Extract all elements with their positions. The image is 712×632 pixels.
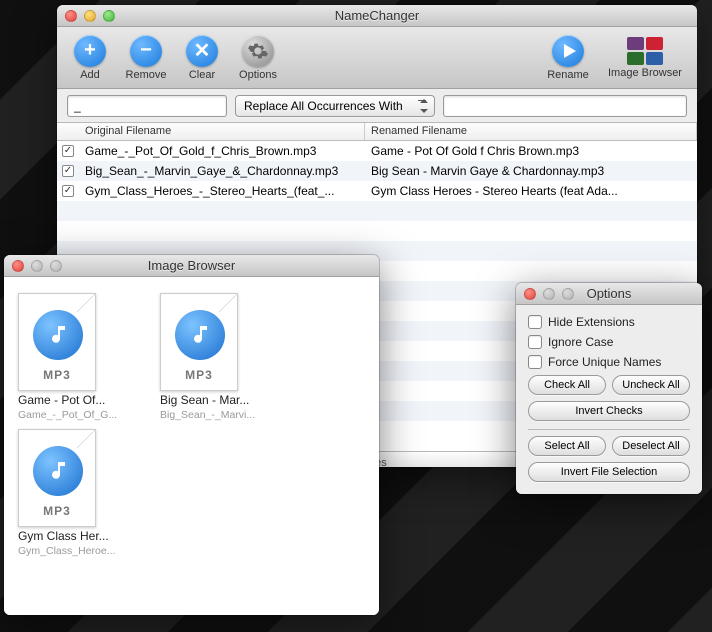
table-row[interactable]: Game_-_Pot_Of_Gold_f_Chris_Brown.mp3 Gam… [57,141,697,161]
music-note-icon [33,310,83,360]
play-icon [552,35,584,67]
hide-ext-checkbox[interactable]: Hide Extensions [528,315,690,329]
checkbox-icon [528,355,542,369]
column-headers: Original Filename Renamed Filename [57,123,697,141]
minimize-icon[interactable] [543,288,555,300]
control-bar: Replace All Occurrences With [57,89,697,123]
minus-icon: − [130,35,162,67]
replace-input[interactable] [443,95,687,117]
force-unique-checkbox[interactable]: Force Unique Names [528,355,690,369]
file-name: Gym Class Her... [12,529,142,543]
zoom-icon[interactable] [562,288,574,300]
select-all-button[interactable]: Select All [528,436,606,456]
hide-ext-label: Hide Extensions [548,315,635,329]
table-row[interactable]: Gym_Class_Heroes_-_Stereo_Hearts_(feat_.… [57,181,697,201]
invert-file-selection-button[interactable]: Invert File Selection [528,462,690,482]
row-checkbox[interactable] [62,165,74,177]
find-input[interactable] [67,95,227,117]
zoom-icon[interactable] [103,10,115,22]
force-unique-label: Force Unique Names [548,355,661,369]
renamed-filename: Game - Pot Of Gold f Chris Brown.mp3 [365,144,697,158]
checkbox-icon [528,335,542,349]
image-browser-window: Image Browser MP3 Game - Pot Of... Game_… [4,255,379,615]
remove-button[interactable]: − Remove [123,35,169,81]
table-row[interactable] [57,201,697,221]
close-icon[interactable] [12,260,24,272]
ignore-case-label: Ignore Case [548,335,613,349]
mp3-file-icon: MP3 [18,429,96,527]
original-filename: Big_Sean_-_Marvin_Gaye_&_Chardonnay.mp3 [79,164,365,178]
image-grid-icon [627,37,663,65]
window-title: NameChanger [57,8,697,23]
thumbnail-grid[interactable]: MP3 Game - Pot Of... Game_-_Pot_Of_G... … [4,277,379,615]
file-original-name: Game_-_Pot_Of_G... [12,409,142,421]
col-renamed[interactable]: Renamed Filename [365,123,697,140]
mode-select-label: Replace All Occurrences With [244,99,403,113]
file-thumbnail[interactable]: MP3 Gym Class Her... Gym_Class_Heroe... [12,429,142,557]
plus-icon: + [74,35,106,67]
check-all-button[interactable]: Check All [528,375,606,395]
remove-label: Remove [126,69,167,81]
minimize-icon[interactable] [31,260,43,272]
file-original-name: Big_Sean_-_Marvi... [154,409,284,421]
add-label: Add [80,69,100,81]
renamed-filename: Big Sean - Marvin Gaye & Chardonnay.mp3 [365,164,697,178]
mp3-file-icon: MP3 [160,293,238,391]
options-button[interactable]: Options [235,35,281,81]
main-titlebar[interactable]: NameChanger [57,5,697,27]
toolbar: + Add − Remove ✕ Clear Options Rename [57,27,697,89]
gear-icon [242,35,274,67]
add-button[interactable]: + Add [67,35,113,81]
original-filename: Gym_Class_Heroes_-_Stereo_Hearts_(feat_.… [79,184,365,198]
row-checkbox[interactable] [62,145,74,157]
options-label: Options [239,69,277,81]
table-row[interactable]: Big_Sean_-_Marvin_Gaye_&_Chardonnay.mp3 … [57,161,697,181]
minimize-icon[interactable] [84,10,96,22]
renamed-filename: Gym Class Heroes - Stereo Hearts (feat A… [365,184,697,198]
file-ext-label: MP3 [19,368,95,382]
file-original-name: Gym_Class_Heroe... [12,545,142,557]
checkbox-icon [528,315,542,329]
uncheck-all-button[interactable]: Uncheck All [612,375,690,395]
ignore-case-checkbox[interactable]: Ignore Case [528,335,690,349]
image-browser-button[interactable]: Image Browser [603,37,687,79]
file-thumbnail[interactable]: MP3 Big Sean - Mar... Big_Sean_-_Marvi..… [154,293,284,421]
music-note-icon [33,446,83,496]
file-name: Game - Pot Of... [12,393,142,407]
rename-label: Rename [547,69,589,81]
original-filename: Game_-_Pot_Of_Gold_f_Chris_Brown.mp3 [79,144,365,158]
rename-button[interactable]: Rename [543,35,593,81]
deselect-all-button[interactable]: Deselect All [612,436,690,456]
imgbrowser-titlebar[interactable]: Image Browser [4,255,379,277]
image-browser-label: Image Browser [608,67,682,79]
file-name: Big Sean - Mar... [154,393,284,407]
mp3-file-icon: MP3 [18,293,96,391]
close-icon[interactable] [65,10,77,22]
zoom-icon[interactable] [50,260,62,272]
updown-icon [420,98,428,114]
col-original[interactable]: Original Filename [79,123,365,140]
music-note-icon [175,310,225,360]
options-titlebar[interactable]: Options [516,283,702,305]
x-icon: ✕ [186,35,218,67]
invert-checks-button[interactable]: Invert Checks [528,401,690,421]
mode-select[interactable]: Replace All Occurrences With [235,95,435,117]
file-ext-label: MP3 [19,504,95,518]
clear-label: Clear [189,69,215,81]
options-panel: Options Hide Extensions Ignore Case Forc… [516,283,702,494]
row-checkbox[interactable] [62,185,74,197]
clear-button[interactable]: ✕ Clear [179,35,225,81]
close-icon[interactable] [524,288,536,300]
file-thumbnail[interactable]: MP3 Game - Pot Of... Game_-_Pot_Of_G... [12,293,142,421]
table-row[interactable] [57,221,697,241]
file-ext-label: MP3 [161,368,237,382]
